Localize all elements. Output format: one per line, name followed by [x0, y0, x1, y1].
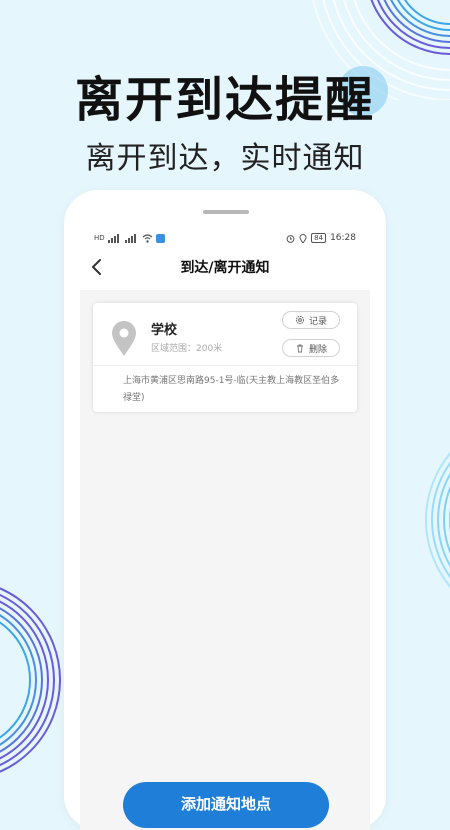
place-range: 区域范围：200米 [151, 344, 223, 354]
signal-icon-2 [124, 233, 136, 243]
add-location-label: 添加通知地点 [180, 795, 271, 813]
battery-indicator: 84 [311, 233, 327, 243]
subheadline: 离开到达，实时通知 [85, 141, 365, 176]
page-title: 到达/离开通知 [180, 260, 270, 276]
location-status-icon [299, 233, 307, 243]
add-location-button[interactable]: 添加通知地点 [123, 782, 329, 828]
headline: 离开到达提醒 [74, 72, 375, 128]
status-time: 16:28 [330, 233, 356, 243]
trash-icon [296, 344, 303, 353]
nav-bar: 到达/离开通知 [64, 254, 386, 280]
back-chevron-icon[interactable] [88, 258, 106, 276]
place-card[interactable]: 学校 区域范围：200米 记录 删除 上海市黄浦区思南路95-1号-临(天主教上… [93, 303, 357, 412]
wifi-icon [142, 233, 153, 243]
card-divider [93, 365, 357, 366]
network-label: HD [94, 234, 105, 242]
record-label: 记录 [308, 316, 327, 327]
phone-notch [203, 210, 249, 214]
delete-button[interactable]: 删除 [282, 339, 340, 357]
status-right: 84 16:28 [286, 233, 356, 243]
location-pin-icon [112, 321, 136, 356]
record-button[interactable]: 记录 [282, 311, 340, 329]
signal-icon [107, 233, 119, 243]
decorative-rings-bottom [0, 587, 61, 773]
content-area: 学校 区域范围：200米 记录 删除 上海市黄浦区思南路95-1号-临(天主教上… [80, 290, 370, 830]
status-bar: HD 84 16:28 [94, 230, 356, 246]
gear-icon [295, 315, 305, 325]
status-left: HD [94, 233, 165, 243]
delete-label: 删除 [308, 344, 327, 355]
app-notification-icon [155, 233, 165, 243]
place-address: 上海市黄浦区思南路95-1号-临(天主教上海教区圣伯多禄堂) [123, 376, 340, 403]
place-name: 学校 [151, 323, 178, 338]
alarm-icon [286, 234, 295, 243]
phone-mockup: HD 84 16:28 到达/离开通知 学校 区域范围：200米 记录 删除 上… [64, 190, 386, 830]
decorative-rings-right [425, 452, 450, 588]
